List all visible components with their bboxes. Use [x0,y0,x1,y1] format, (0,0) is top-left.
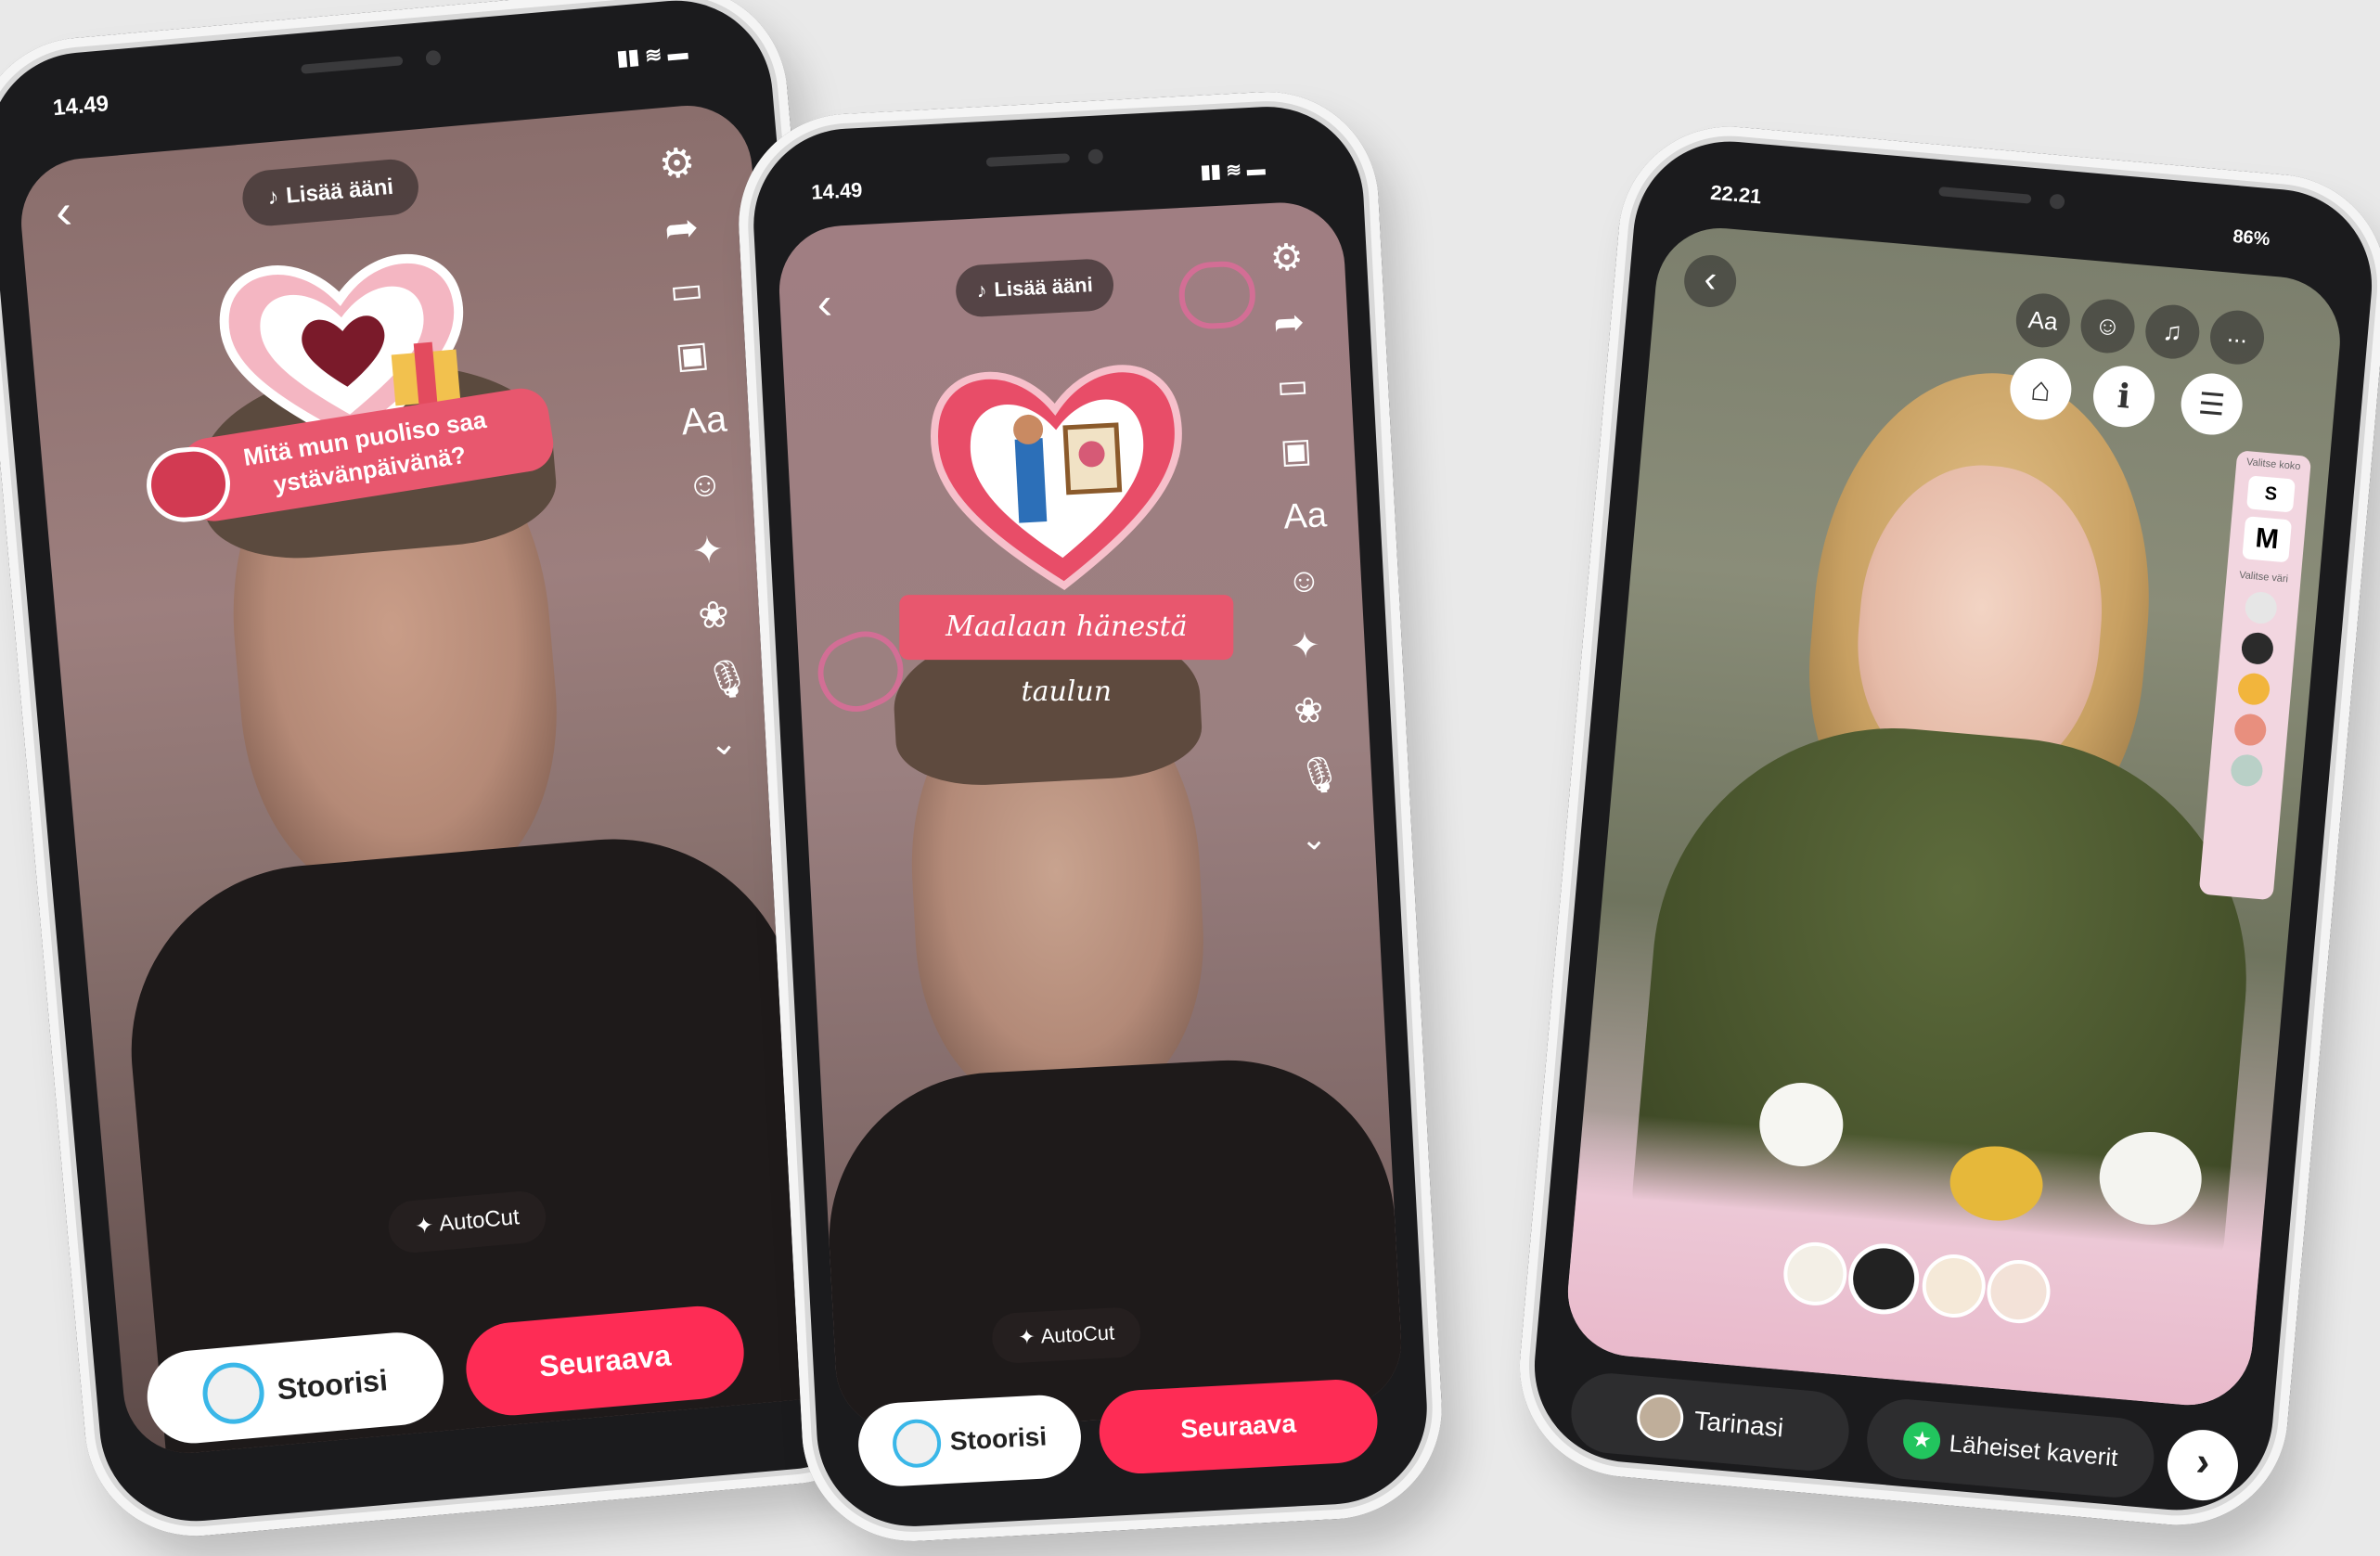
front-camera [2049,193,2065,210]
color-swatch-3[interactable] [2236,672,2271,707]
star-icon: ★ [1901,1420,1942,1461]
sweater [820,1051,1405,1434]
sticker-icon[interactable]: ☺ [685,464,724,506]
text-icon[interactable]: Aa [1282,495,1328,536]
size-small-option[interactable]: S [2245,475,2296,513]
next-arrow-button[interactable]: › [2164,1426,2242,1504]
color-swatch-5[interactable] [2229,752,2264,788]
front-camera [425,49,442,67]
color-swatch-2[interactable] [2240,631,2275,666]
add-sound-pill[interactable]: ♪ Lisää ääni [239,157,421,228]
heart-sticker[interactable] [922,347,1194,601]
speaker-notch [985,153,1071,167]
neon-heart-decoration [1177,259,1257,331]
back-arrow-icon[interactable]: ‹ [816,279,833,329]
story-button[interactable]: Stoorisi [856,1393,1084,1488]
phone-1-screen: Mitä mun puoliso saa ystävänpäivänä? ‹ ♪… [16,100,860,1459]
add-sound-label: Lisää ääni [993,273,1094,302]
add-sound-pill[interactable]: ♪ Lisää ääni [954,257,1115,318]
size-panel-title: Valitse koko [2245,457,2301,473]
status-battery: 86% [2232,225,2271,251]
voice-icon[interactable]: 🎙 [1296,755,1343,796]
close-friends-button[interactable]: ★ Läheiset kaverit [1863,1395,2157,1501]
effects-icon[interactable]: ✦ [1290,626,1321,667]
share-icon[interactable]: ➦ [1272,302,1306,344]
story-button-label: Stoorisi [949,1421,1048,1456]
color-panel-title: Valitse väri [2238,569,2289,585]
status-icons: ▮▮ ≋ ▬ [615,40,689,71]
text-tool-button[interactable]: Aa [2013,290,2073,350]
sticker-icon[interactable]: ☺ [1286,560,1322,600]
status-time: 14.49 [51,91,110,122]
adjust-sliders-icon[interactable]: ☰ [2178,370,2245,438]
next-button[interactable]: Seuraava [1097,1377,1380,1476]
status-time: 22.21 [1709,180,1763,209]
info-button[interactable]: i [2091,363,2157,431]
chevron-down-icon[interactable]: ⌄ [1300,821,1328,857]
filters-icon[interactable]: ❀ [1293,691,1324,732]
photo-edit-icon[interactable]: ▣ [1280,431,1313,470]
color-swatch-4[interactable] [2232,713,2268,747]
sticker-icon[interactable]: ☺ [2078,297,2137,355]
front-camera [1087,148,1104,165]
color-swatch-1[interactable] [2244,590,2279,625]
settings-icon[interactable]: ⚙ [1269,237,1305,279]
phone-2: Maalaan hänestä taulun ‹ ♪ Lisää ääni ⚙ … [733,85,1447,1548]
sparkle-icon: ✦ [414,1212,435,1240]
filters-icon[interactable]: ❀ [697,594,731,637]
story-button[interactable]: Tarinasi [1567,1370,1853,1474]
music-icon[interactable]: ♫ [2142,302,2202,361]
back-button[interactable]: ‹ [1681,252,1739,310]
chevron-down-icon[interactable]: ⌄ [708,723,740,763]
back-arrow-icon[interactable]: ‹ [53,185,73,239]
music-note-icon: ♪ [975,278,988,302]
phone-2-screen: Maalaan hänestä taulun ‹ ♪ Lisää ääni ⚙ … [776,199,1405,1434]
music-note-icon: ♪ [266,184,280,211]
text-icon[interactable]: Aa [679,398,728,443]
story-avatar-icon [891,1418,943,1470]
template-icon[interactable]: ▭ [668,270,704,312]
speaker-notch [301,56,404,74]
autocut-pill[interactable]: ✦ AutoCut [990,1305,1142,1365]
story-avatar-icon [200,1359,267,1427]
autocut-label: AutoCut [438,1204,521,1237]
status-time: 14.49 [810,177,864,204]
profile-avatar-icon [1634,1392,1686,1443]
photo-edit-icon[interactable]: ▣ [674,335,710,377]
autocut-label: AutoCut [1040,1320,1115,1348]
phone-3-screen: ‹ Aa ☺ ♫ ... ⌂ i ☰ Valitse koko S M Vali… [1563,223,2346,1410]
effects-icon[interactable]: ✦ [691,529,726,572]
size-medium-option[interactable]: M [2242,516,2293,563]
size-color-panel: Valitse koko S M Valitse väri [2198,450,2312,901]
speaker-notch [1938,186,2032,204]
sparkle-icon: ✦ [1017,1324,1036,1349]
story-button-label: Tarinasi [1692,1406,1785,1443]
phone-3: ‹ Aa ☺ ♫ ... ⌂ i ☰ Valitse koko S M Vali… [1510,117,2380,1535]
settings-icon[interactable]: ⚙ [657,139,698,187]
sticker-text-banner[interactable]: Maalaan hänestä taulun [899,595,1234,708]
share-icon[interactable]: ➦ [663,204,701,252]
add-sound-label: Lisää ääni [285,174,395,209]
close-friends-label: Läheiset kaverit [1948,1428,2119,1472]
voice-icon[interactable]: 🎙 [702,657,753,701]
more-button[interactable]: ... [2207,308,2267,367]
status-icons: ▮▮ ≋ ▬ [1200,159,1267,183]
template-icon[interactable]: ▭ [1276,366,1309,405]
story-button-label: Stoorisi [276,1362,390,1406]
